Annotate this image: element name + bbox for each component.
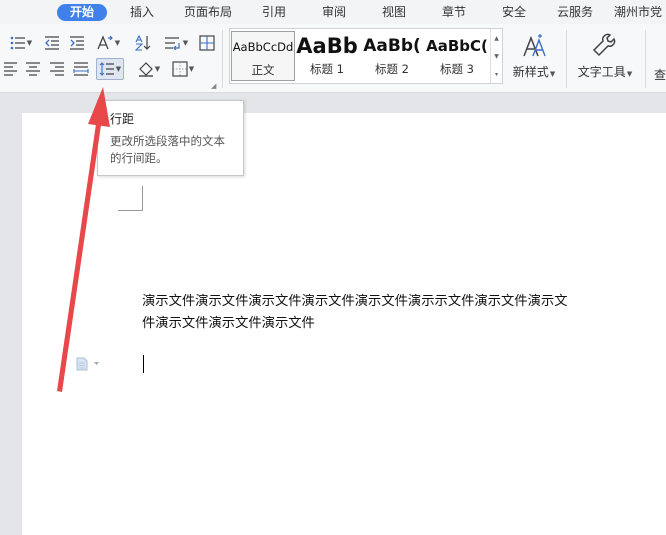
tab-review[interactable]: 审阅 bbox=[315, 4, 353, 21]
dialog-launcher-icon[interactable]: ◢ bbox=[211, 82, 216, 90]
find-replace-button[interactable]: 查 bbox=[654, 66, 666, 83]
document-paragraph[interactable]: 演示文件演示文件演示文件演示文件演示文件演示示文件演示文件演示文件演示文件演示文… bbox=[142, 291, 572, 335]
chevron-down-icon: ▼ bbox=[26, 39, 33, 47]
new-style-label: 新样式 bbox=[512, 65, 549, 79]
text-tools-label: 文字工具 bbox=[577, 65, 626, 79]
expand-icon[interactable]: ▾ bbox=[495, 71, 498, 78]
align-right-icon bbox=[50, 62, 64, 76]
style-preview: AaBb bbox=[296, 34, 358, 58]
align-center-button[interactable] bbox=[22, 58, 44, 80]
text-tools-button[interactable]: 文字工具▼ bbox=[574, 32, 636, 80]
find-label: 查 bbox=[654, 68, 666, 82]
tab-view[interactable]: 视图 bbox=[375, 4, 413, 21]
borders-icon bbox=[172, 61, 188, 77]
styles-gallery: AaBbCcDd 正文 AaBb 标题 1 AaBb( 标题 2 AaBbC( … bbox=[229, 28, 503, 84]
chevron-down-icon: ▼ bbox=[188, 65, 195, 73]
ribbon: ▼ ▼ ▼ ▼ ▼ ▼ ◢ AaBbCcDd 正文 AaBb 标题 1 AaBb… bbox=[0, 24, 666, 93]
line-spacing-tooltip: 行距 更改所选段落中的文本的行间距。 bbox=[97, 100, 244, 176]
align-left-icon bbox=[4, 62, 17, 76]
paragraph-spacing-icon bbox=[164, 37, 180, 50]
separator bbox=[645, 30, 646, 88]
bullet-list-icon bbox=[10, 36, 25, 50]
decrease-indent-button[interactable] bbox=[41, 32, 63, 54]
distributed-align-icon bbox=[73, 62, 89, 76]
style-heading-1[interactable]: AaBb 标题 1 bbox=[296, 31, 358, 79]
style-heading-3[interactable]: AaBbC( 标题 3 bbox=[426, 31, 488, 79]
sort-icon bbox=[135, 35, 151, 51]
tab-cloud-service[interactable]: 云服务 bbox=[552, 4, 598, 21]
style-name: 正文 bbox=[251, 63, 275, 77]
style-name: 标题 2 bbox=[375, 62, 409, 76]
style-name: 标题 1 bbox=[310, 62, 344, 76]
style-preview: AaBbC( bbox=[426, 37, 488, 55]
borders-button[interactable]: ▼ bbox=[168, 58, 198, 80]
chevron-down-icon: ▼ bbox=[549, 70, 556, 78]
page-margin-corner bbox=[118, 186, 143, 211]
style-name: 标题 3 bbox=[440, 62, 474, 76]
wrench-icon bbox=[592, 33, 616, 57]
new-style-button[interactable]: 新样式▼ bbox=[509, 32, 559, 80]
decrease-indent-icon bbox=[45, 36, 59, 50]
shading-button[interactable]: ▼ bbox=[134, 58, 164, 80]
chevron-down-icon: ▼ bbox=[626, 70, 633, 78]
styles-scroll[interactable]: ▲ ▼ ▾ bbox=[490, 29, 502, 83]
table-icon bbox=[199, 35, 215, 51]
tab-chapter[interactable]: 章节 bbox=[435, 4, 473, 21]
tab-references[interactable]: 引用 bbox=[255, 4, 293, 21]
tooltip-title: 行距 bbox=[110, 112, 135, 126]
paragraph-handle[interactable] bbox=[76, 356, 102, 375]
document-icon bbox=[76, 357, 99, 371]
chevron-down-icon[interactable]: ▼ bbox=[494, 53, 499, 60]
tooltip-description: 更改所选段落中的文本的行间距。 bbox=[110, 134, 225, 165]
text-caret bbox=[143, 355, 144, 373]
align-left-button[interactable] bbox=[0, 58, 22, 80]
tab-insert[interactable]: 插入 bbox=[123, 4, 161, 21]
new-style-icon bbox=[523, 34, 546, 57]
justify-button[interactable] bbox=[70, 58, 92, 80]
tab-security[interactable]: 安全 bbox=[495, 4, 533, 21]
line-spacing-icon bbox=[99, 62, 114, 76]
align-right-button[interactable] bbox=[46, 58, 68, 80]
table-frame-button[interactable] bbox=[196, 32, 218, 54]
tab-home[interactable]: 开始 bbox=[57, 4, 107, 21]
increase-indent-button[interactable] bbox=[66, 32, 88, 54]
tab-page-layout[interactable]: 页面布局 bbox=[179, 4, 237, 21]
style-heading-2[interactable]: AaBb( 标题 2 bbox=[361, 31, 423, 79]
line-break-button[interactable]: ▼ bbox=[161, 32, 191, 54]
style-normal[interactable]: AaBbCcDd 正文 bbox=[231, 31, 295, 81]
chevron-up-icon[interactable]: ▲ bbox=[494, 35, 499, 42]
bullet-list-button[interactable]: ▼ bbox=[6, 32, 36, 54]
tab-chaozhou[interactable]: 潮州市党 bbox=[614, 4, 666, 21]
text-direction-button[interactable]: ▼ bbox=[93, 32, 123, 54]
separator bbox=[222, 30, 223, 88]
chevron-down-icon: ▼ bbox=[182, 39, 189, 47]
increase-indent-icon bbox=[70, 36, 84, 50]
menu-bar: 开始 插入 页面布局 引用 审阅 视图 章节 安全 云服务 潮州市党 bbox=[0, 0, 666, 24]
style-preview: AaBb( bbox=[363, 36, 421, 56]
chevron-down-icon: ▼ bbox=[115, 65, 122, 73]
separator bbox=[566, 30, 567, 88]
chevron-down-icon: ▼ bbox=[114, 39, 121, 47]
text-direction-icon bbox=[97, 35, 113, 50]
paint-bucket-icon bbox=[138, 62, 153, 77]
style-preview: AaBbCcDd bbox=[232, 40, 294, 54]
line-spacing-button[interactable]: ▼ bbox=[96, 58, 124, 80]
chevron-down-icon: ▼ bbox=[154, 65, 161, 73]
align-center-icon bbox=[26, 62, 40, 76]
sort-button[interactable] bbox=[132, 32, 154, 54]
